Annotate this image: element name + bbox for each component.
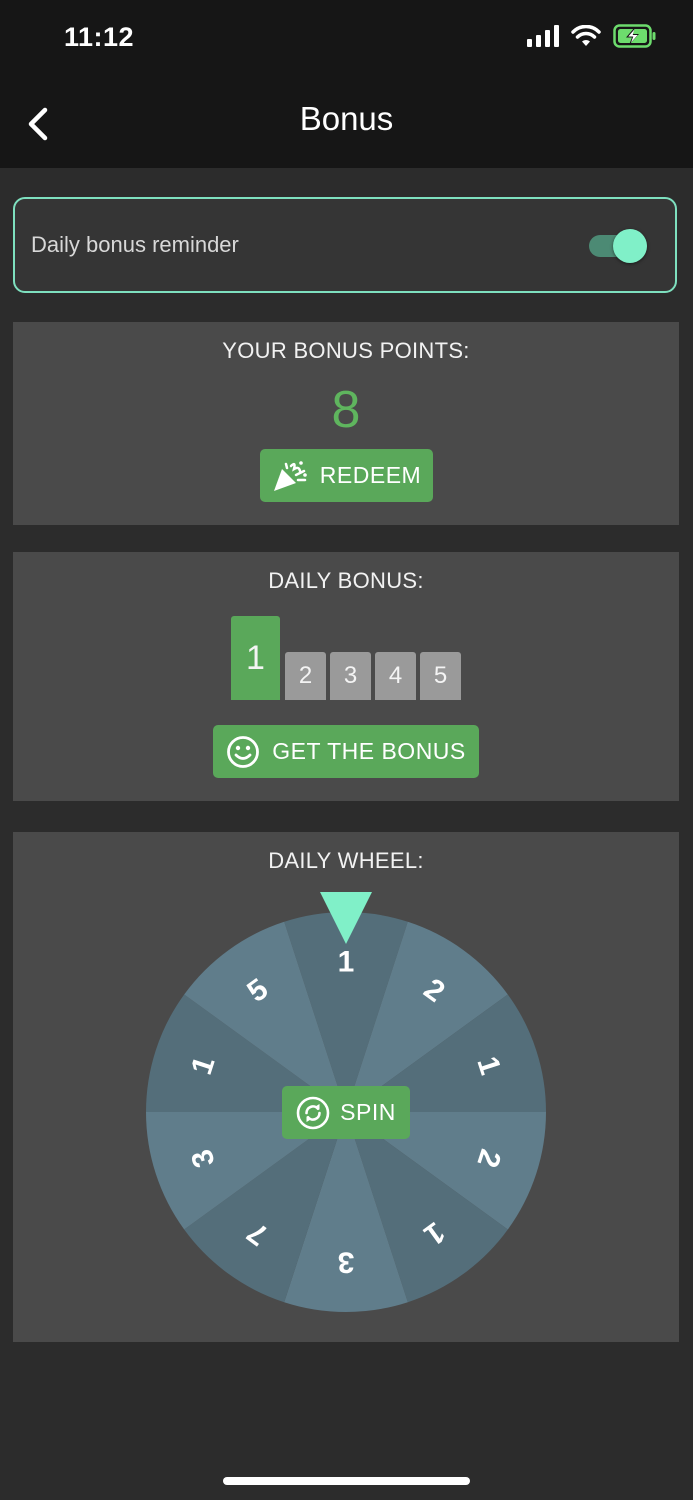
page-title: Bonus (299, 100, 394, 137)
daily-wheel-title: DAILY WHEEL: (268, 848, 424, 873)
day-2: 2 (285, 652, 326, 700)
bonus-points-value: 8 (331, 381, 361, 439)
reminder-toggle[interactable] (587, 228, 651, 264)
nav-bar: Bonus (0, 80, 693, 168)
smiley-icon (227, 735, 260, 768)
status-icons (527, 24, 657, 48)
status-time: 11:12 (64, 22, 135, 52)
toggle-knob (613, 229, 647, 263)
get-bonus-button[interactable]: GET THE BONUS (213, 725, 479, 778)
get-bonus-label: GET THE BONUS (272, 738, 466, 764)
daily-bonus-card: DAILY BONUS: 1 2 3 4 5 GET THE BONUS (13, 552, 679, 801)
bonus-points-title: YOUR BONUS POINTS: (222, 338, 470, 363)
daily-wheel-card: DAILY WHEEL: 1212137315 SPIN (13, 832, 679, 1342)
reminder-row: Daily bonus reminder (13, 197, 677, 293)
battery-charging-icon (613, 24, 656, 48)
wheel-segment-label: 1 (338, 946, 355, 979)
home-indicator (223, 1477, 470, 1485)
spin-button[interactable]: SPIN (282, 1086, 410, 1139)
day-4: 4 (375, 652, 416, 700)
status-bar: 11:12 (0, 0, 693, 80)
bonus-points-card: YOUR BONUS POINTS: 8 REDEEM (13, 322, 679, 525)
reminder-label: Daily bonus reminder (31, 232, 239, 257)
day-5: 5 (420, 652, 461, 700)
day-1: 1 (231, 616, 280, 700)
cellular-signal-icon (527, 25, 559, 47)
redeem-button[interactable]: REDEEM (260, 449, 433, 502)
daily-bonus-title: DAILY BONUS: (268, 568, 424, 593)
party-popper-icon (273, 460, 307, 491)
wifi-icon (571, 25, 601, 46)
refresh-icon (296, 1096, 330, 1129)
spin-label: SPIN (340, 1099, 396, 1125)
day-3: 3 (330, 652, 371, 700)
redeem-label: REDEEM (319, 462, 422, 488)
wheel-segment-label: 3 (338, 1246, 355, 1279)
